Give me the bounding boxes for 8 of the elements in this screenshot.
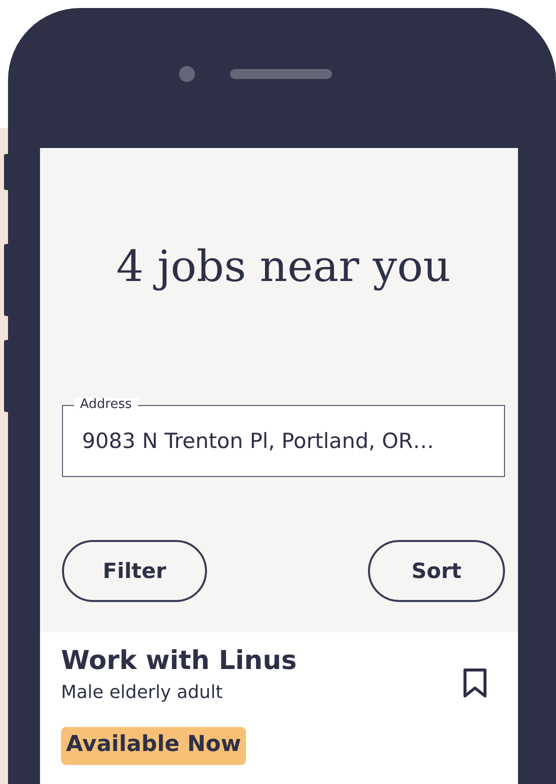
filter-button[interactable]: Filter — [62, 540, 207, 602]
sort-button[interactable]: Sort — [368, 540, 505, 602]
job-title: Work with Linus — [61, 646, 297, 676]
page-title: 4 jobs near you — [115, 242, 452, 292]
bookmark-icon[interactable] — [462, 666, 488, 698]
availability-tag: Available Now — [61, 727, 246, 765]
job-subtitle: Male elderly adult — [61, 682, 224, 703]
camera-dot — [179, 66, 195, 82]
